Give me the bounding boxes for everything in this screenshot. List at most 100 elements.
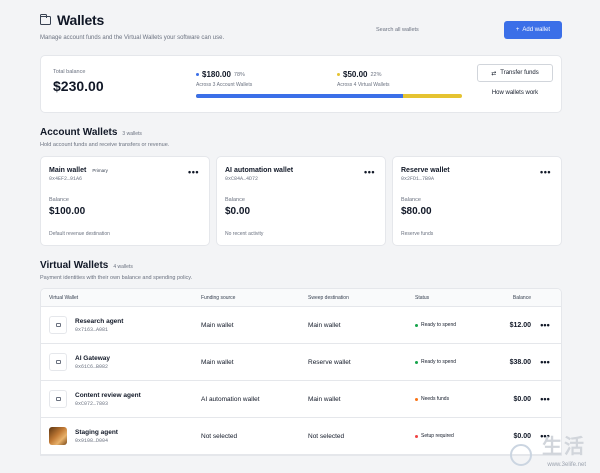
virtual-wallets-table: Virtual Wallet Funding source Sweep dest… bbox=[40, 288, 562, 456]
wallet-avatar bbox=[49, 316, 67, 334]
account-card-reserve[interactable]: Reserve wallet 0x2FD1…7B9A ••• Balance $… bbox=[392, 156, 562, 246]
wallet-image bbox=[49, 427, 67, 445]
table-row[interactable]: Content review agent 0xC072…7803 AI auto… bbox=[41, 381, 561, 418]
virtual-segment: $50.00 22% Across 4 Virtual Wallets bbox=[337, 70, 390, 88]
page-title: Wallets bbox=[57, 12, 105, 28]
wallet-avatar bbox=[49, 390, 67, 408]
transfer-icon: ⇄ bbox=[491, 70, 497, 77]
total-balance-label: Total balance bbox=[53, 69, 86, 75]
accounts-segment: $180.00 78% Across 3 Account Wallets bbox=[196, 70, 252, 88]
virtual-amount: $50.00 bbox=[343, 70, 368, 79]
add-wallet-button[interactable]: + Add wallet bbox=[504, 21, 562, 39]
how-wallets-work-link[interactable]: How wallets work bbox=[477, 90, 553, 96]
total-balance-value: $230.00 bbox=[53, 78, 104, 94]
col-sweep-destination[interactable]: Sweep destination bbox=[308, 295, 415, 301]
table-row[interactable]: AI Gateway 0x61C6…B082 Main wallet Reser… bbox=[41, 344, 561, 381]
more-options-icon[interactable]: ••• bbox=[531, 394, 559, 404]
accounts-share-fill bbox=[196, 94, 404, 98]
col-virtual-wallet[interactable]: Virtual Wallet bbox=[49, 295, 201, 301]
chat-icon bbox=[55, 360, 61, 364]
account-balance: $0.00 bbox=[225, 206, 251, 217]
wallet-name: AI Gateway bbox=[75, 354, 111, 362]
funding-source: AI automation wallet bbox=[201, 395, 260, 403]
account-note: No recent activity bbox=[225, 231, 264, 237]
account-name: Main wallet bbox=[49, 167, 87, 174]
more-options-icon[interactable]: ••• bbox=[531, 357, 559, 367]
balance-label: Balance bbox=[401, 197, 421, 203]
wallet-folder-icon bbox=[39, 13, 51, 25]
virtual-wallets-title: Virtual Wallets bbox=[40, 260, 109, 271]
virtual-wallets-subtitle: Payment identities with their own balanc… bbox=[40, 275, 193, 281]
page-subtitle: Manage account funds and the Virtual Wal… bbox=[40, 35, 225, 41]
account-name: AI automation wallet bbox=[225, 167, 294, 174]
virtual-wallets-header: Virtual Wallets 4 wallets bbox=[40, 260, 562, 271]
balance-label: Balance bbox=[225, 197, 245, 203]
status-text: Setup required bbox=[421, 433, 454, 439]
accounts-dot-icon bbox=[196, 73, 199, 76]
account-wallets-count: 3 wallets bbox=[122, 131, 142, 137]
sweep-destination: Reserve wallet bbox=[308, 358, 351, 366]
status-dot-icon bbox=[415, 434, 418, 438]
wallet-name: Research agent bbox=[75, 317, 124, 325]
accounts-amount: $180.00 bbox=[202, 70, 231, 79]
funding-source: Main wallet bbox=[201, 358, 234, 366]
accounts-sub: Across 3 Account Wallets bbox=[196, 82, 253, 88]
primary-badge: Primary bbox=[92, 168, 108, 173]
more-options-icon[interactable]: ••• bbox=[531, 320, 559, 330]
accounts-pct: 78% bbox=[233, 71, 245, 78]
wallet-name: Content review agent bbox=[75, 391, 141, 399]
account-wallets-grid: Main wallet Primary 0x4EF2…91A6 ••• Bala… bbox=[40, 156, 562, 246]
wallet-avatar bbox=[49, 353, 67, 371]
chat-icon bbox=[55, 323, 61, 327]
account-wallets-subtitle: Hold account funds and receive transfers… bbox=[40, 142, 170, 148]
virtual-sub: Across 4 Virtual Wallets bbox=[337, 82, 390, 88]
status-dot-icon bbox=[415, 397, 418, 401]
more-options-icon[interactable]: ••• bbox=[188, 167, 199, 177]
account-wallets-header: Account Wallets 3 wallets bbox=[40, 127, 562, 138]
site-watermark: 生活 www.3elife.net bbox=[504, 436, 594, 471]
wallet-name: Staging agent bbox=[75, 428, 118, 436]
balance-summary-card: Total balance $230.00 $180.00 78% Across… bbox=[40, 55, 562, 113]
account-name: Reserve wallet bbox=[401, 167, 450, 174]
table-header: Virtual Wallet Funding source Sweep dest… bbox=[41, 289, 561, 307]
wallet-address: 0x61C6…B082 bbox=[75, 363, 109, 370]
col-balance[interactable]: Balance bbox=[495, 295, 531, 301]
account-card-main[interactable]: Main wallet Primary 0x4EF2…91A6 ••• Bala… bbox=[40, 156, 210, 246]
col-funding-source[interactable]: Funding source bbox=[201, 295, 308, 301]
more-options-icon[interactable]: ••• bbox=[364, 167, 375, 177]
virtual-dot-icon bbox=[337, 73, 340, 76]
balance-label: Balance bbox=[49, 197, 69, 203]
status-text: Ready to spend bbox=[421, 359, 457, 365]
more-options-icon[interactable]: ••• bbox=[540, 167, 551, 177]
page-header: Wallets Manage account funds and the Vir… bbox=[39, 12, 562, 41]
add-wallet-label: Add wallet bbox=[522, 27, 551, 33]
chat-icon bbox=[55, 397, 61, 401]
table-row[interactable]: Research agent 0x7163…A081 Main wallet M… bbox=[41, 307, 561, 344]
sweep-destination: Main wallet bbox=[308, 321, 341, 329]
status-dot-icon bbox=[415, 323, 418, 327]
status-dot-icon bbox=[415, 360, 418, 364]
search-input[interactable] bbox=[372, 21, 500, 39]
wallet-address: 0xC072…7803 bbox=[75, 400, 109, 407]
table-row[interactable]: Staging agent 0x9108…D004 Not selected N… bbox=[41, 418, 561, 455]
account-wallets-title: Account Wallets bbox=[40, 127, 118, 138]
col-status[interactable]: Status bbox=[415, 295, 495, 301]
funding-source: Not selected bbox=[201, 432, 238, 440]
account-note: Reserve funds bbox=[401, 231, 434, 237]
account-address: 0x4EF2…91A6 bbox=[49, 176, 83, 182]
sweep-destination: Main wallet bbox=[308, 395, 341, 403]
watermark-url: www.3elife.net bbox=[547, 462, 586, 468]
virtual-wallets-count: 4 wallets bbox=[113, 264, 133, 270]
sweep-destination: Not selected bbox=[308, 432, 345, 440]
status-text: Needs funds bbox=[421, 396, 450, 402]
transfer-funds-button[interactable]: ⇄ Transfer funds bbox=[477, 64, 553, 82]
account-balance: $80.00 bbox=[401, 206, 432, 217]
balance-split-bar bbox=[196, 94, 462, 98]
transfer-funds-label: Transfer funds bbox=[500, 70, 539, 76]
account-balance: $100.00 bbox=[49, 206, 86, 217]
account-address: 0x2FD1…7B9A bbox=[401, 176, 435, 182]
wallet-balance: $38.00 bbox=[509, 358, 531, 366]
wallet-address: 0x9108…D004 bbox=[75, 437, 109, 444]
account-address: 0xC84A…4D72 bbox=[225, 176, 259, 182]
account-card-ai-automation[interactable]: AI automation wallet 0xC84A…4D72 ••• Bal… bbox=[216, 156, 386, 246]
